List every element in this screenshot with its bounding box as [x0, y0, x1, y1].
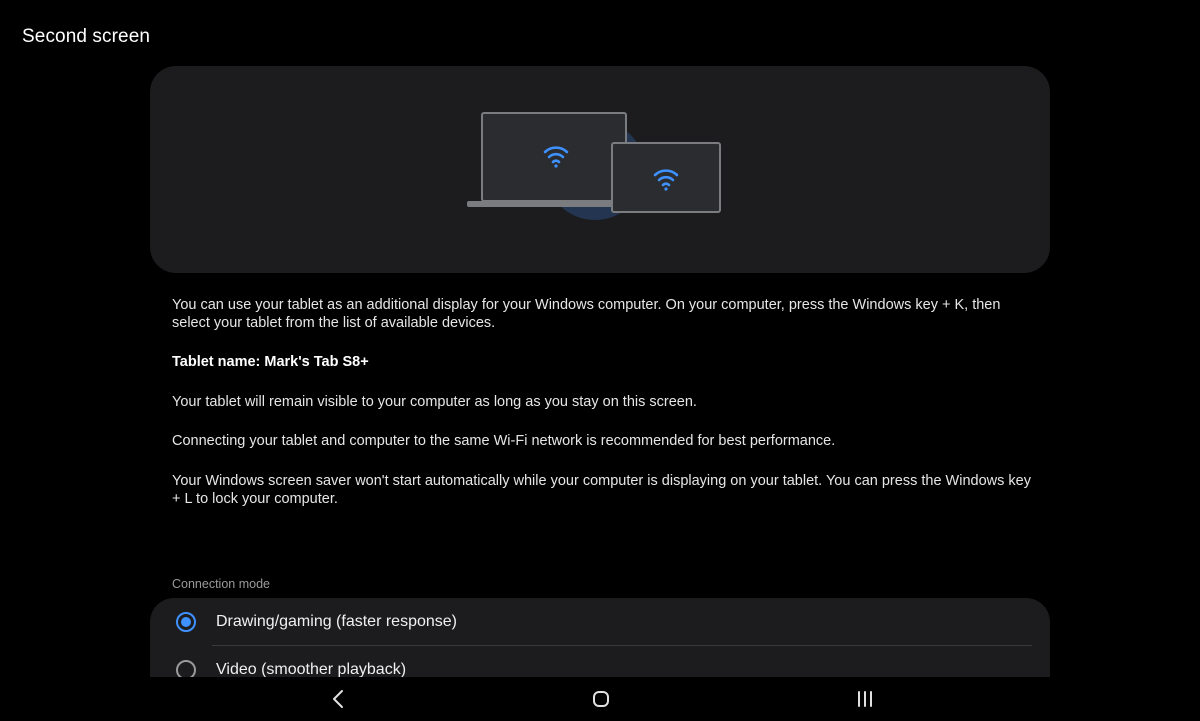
screensaver-note: Your Windows screen saver won't start au… — [172, 473, 1031, 507]
wifi-note: Connecting your tablet and computer to t… — [172, 433, 836, 449]
second-screen-illustration — [467, 112, 721, 220]
back-icon — [333, 690, 343, 708]
intro-text: You can use your tablet as an additional… — [172, 297, 1001, 331]
page-title: Second screen — [22, 26, 151, 47]
second-screen-page: Second screen You can use your tablet as… — [0, 0, 1200, 721]
mode-option-drawing-gaming[interactable]: Drawing/gaming (faster response) — [150, 598, 1050, 646]
home-button[interactable] — [587, 685, 615, 713]
radio-button-selected[interactable] — [176, 612, 196, 632]
recents-icon — [858, 691, 872, 707]
recents-button[interactable] — [851, 685, 879, 713]
mode-option-label: Drawing/gaming (faster response) — [216, 613, 457, 630]
connection-mode-label: Connection mode — [172, 577, 270, 591]
tablet-icon — [611, 142, 721, 213]
visibility-note: Your tablet will remain visible to your … — [172, 394, 697, 410]
connection-mode-card: Drawing/gaming (faster response) Video (… — [150, 598, 1050, 688]
navigation-bar — [0, 677, 1200, 721]
back-button[interactable] — [324, 685, 352, 713]
illustration-card — [150, 66, 1050, 273]
home-icon — [593, 691, 609, 707]
tablet-name: Tablet name: Mark's Tab S8+ — [172, 354, 369, 370]
